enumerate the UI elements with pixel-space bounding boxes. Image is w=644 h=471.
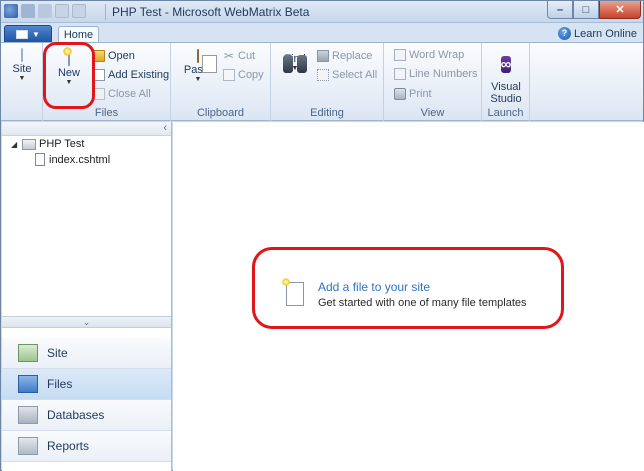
nav-item-site[interactable]: Site <box>2 338 171 369</box>
paste-button[interactable]: Paste ▼ <box>183 49 213 83</box>
highlight-oval-new <box>43 42 95 109</box>
site-button[interactable]: Site ▼ <box>7 48 37 82</box>
databases-icon <box>18 406 38 424</box>
reports-icon <box>18 437 38 455</box>
pane-splitter[interactable]: ⌄ <box>2 316 171 328</box>
copy-label: Copy <box>238 69 264 81</box>
view-group-label: View <box>420 107 445 119</box>
collapse-pane-icon[interactable]: ‹ <box>163 122 167 135</box>
launch-group: ∞ Visual Studio Launch <box>482 43 530 121</box>
visual-studio-button[interactable]: ∞ Visual Studio <box>486 51 526 105</box>
site-icon <box>21 48 23 62</box>
replace-label: Replace <box>332 50 373 62</box>
open-button[interactable]: Open <box>93 50 135 62</box>
site-group: Site ▼ <box>1 43 43 121</box>
chevron-down-icon: ⌄ <box>82 317 91 327</box>
undo-icon[interactable] <box>55 4 69 18</box>
learn-online-label: Learn Online <box>574 27 637 40</box>
nav-item-files[interactable]: Files <box>2 369 171 400</box>
find-button[interactable]: Find ▼ <box>280 51 310 72</box>
tree-file-item[interactable]: index.cshtml <box>35 153 110 166</box>
close-all-button[interactable]: Close All <box>93 88 151 100</box>
replace-icon <box>317 50 329 62</box>
tree-root-item[interactable]: ◢ PHP Test <box>11 138 84 150</box>
file-icon <box>35 153 45 166</box>
window-controls: – □ ✕ <box>547 1 641 19</box>
left-pane-header: ‹ <box>2 122 171 136</box>
word-wrap-icon <box>394 49 406 61</box>
ribbon-tab-row: ▼ Home ? Learn Online <box>1 23 643 44</box>
workspace-nav: Site Files Databases Reports <box>2 338 171 462</box>
nav-item-label: Reports <box>47 439 90 453</box>
view-group: Word Wrap Line Numbers Print View <box>384 43 482 121</box>
nav-item-label: Databases <box>47 408 105 422</box>
visual-studio-label: Visual Studio <box>490 81 522 105</box>
folder-icon <box>22 138 36 150</box>
webmatrix-window: PHP Test - Microsoft WebMatrix Beta – □ … <box>0 0 644 471</box>
chevron-down-icon: ▼ <box>32 29 40 39</box>
copy-button[interactable]: Copy <box>223 69 264 81</box>
clipboard-group-label: Clipboard <box>196 107 245 119</box>
print-button[interactable]: Print <box>394 88 432 100</box>
cut-button[interactable]: ✂ Cut <box>223 50 255 62</box>
application-menu-button[interactable]: ▼ <box>4 25 52 43</box>
ribbon: Site ▼ New ▼ Open Add Existing Close All <box>1 42 643 121</box>
title-bar: PHP Test - Microsoft WebMatrix Beta – □ … <box>1 1 643 23</box>
select-all-label: Select All <box>332 69 378 81</box>
highlight-oval-add-file <box>252 247 564 329</box>
clipboard-group: Paste ▼ ✂ Cut Copy Clipboard <box>171 43 271 121</box>
editing-group-label: Editing <box>310 107 344 119</box>
editing-group: Find ▼ Replace Select All Editing <box>271 43 384 121</box>
print-label: Print <box>409 88 432 100</box>
app-menu-icon <box>16 29 29 39</box>
chevron-down-icon: ▼ <box>18 75 26 82</box>
add-existing-label: Add Existing <box>108 69 170 81</box>
scissors-icon: ✂ <box>223 49 235 63</box>
nav-item-databases[interactable]: Databases <box>2 400 171 431</box>
cut-label: Cut <box>238 50 256 62</box>
publish-icon[interactable] <box>38 4 52 18</box>
replace-button[interactable]: Replace <box>317 50 372 62</box>
word-wrap-button[interactable]: Word Wrap <box>394 49 464 61</box>
copy-icon <box>223 69 235 81</box>
files-icon <box>18 375 38 393</box>
select-all-button[interactable]: Select All <box>317 69 377 81</box>
expand-arrow-icon[interactable]: ◢ <box>11 140 19 149</box>
minimize-button[interactable]: – <box>547 1 573 19</box>
select-all-icon <box>317 69 329 81</box>
close-button[interactable]: ✕ <box>599 1 641 19</box>
add-existing-button[interactable]: Add Existing <box>93 69 169 81</box>
word-wrap-label: Word Wrap <box>409 49 465 61</box>
tree-file-label: index.cshtml <box>49 153 111 166</box>
title-separator <box>105 4 106 20</box>
site-button-label: Site <box>12 63 32 75</box>
line-numbers-icon <box>394 68 406 80</box>
tree-root-label: PHP Test <box>39 138 85 150</box>
line-numbers-button[interactable]: Line Numbers <box>394 68 477 80</box>
visual-studio-icon: ∞ <box>500 56 512 73</box>
redo-icon[interactable] <box>72 4 86 18</box>
window-title: PHP Test - Microsoft WebMatrix Beta <box>112 5 310 19</box>
launch-group-label: Launch <box>487 107 524 119</box>
learn-online-link[interactable]: ? Learn Online <box>558 27 637 40</box>
maximize-button[interactable]: □ <box>573 1 599 19</box>
paste-icon <box>197 49 199 63</box>
left-pane: ‹ ◢ PHP Test index.cshtml ⌄ Site Files D… <box>2 122 172 471</box>
chevron-down-icon: ▼ <box>194 76 202 83</box>
nav-item-label: Site <box>47 346 68 360</box>
close-all-label: Close All <box>108 88 151 100</box>
line-numbers-label: Line Numbers <box>409 68 478 80</box>
quick-access-toolbar <box>4 4 86 18</box>
nav-item-label: Files <box>47 377 73 391</box>
nav-item-reports[interactable]: Reports <box>2 431 171 462</box>
printer-icon <box>394 88 406 100</box>
help-icon: ? <box>558 27 571 40</box>
site-icon <box>18 344 38 362</box>
open-label: Open <box>108 50 135 62</box>
save-icon[interactable] <box>21 4 35 18</box>
app-icon[interactable] <box>4 4 18 18</box>
